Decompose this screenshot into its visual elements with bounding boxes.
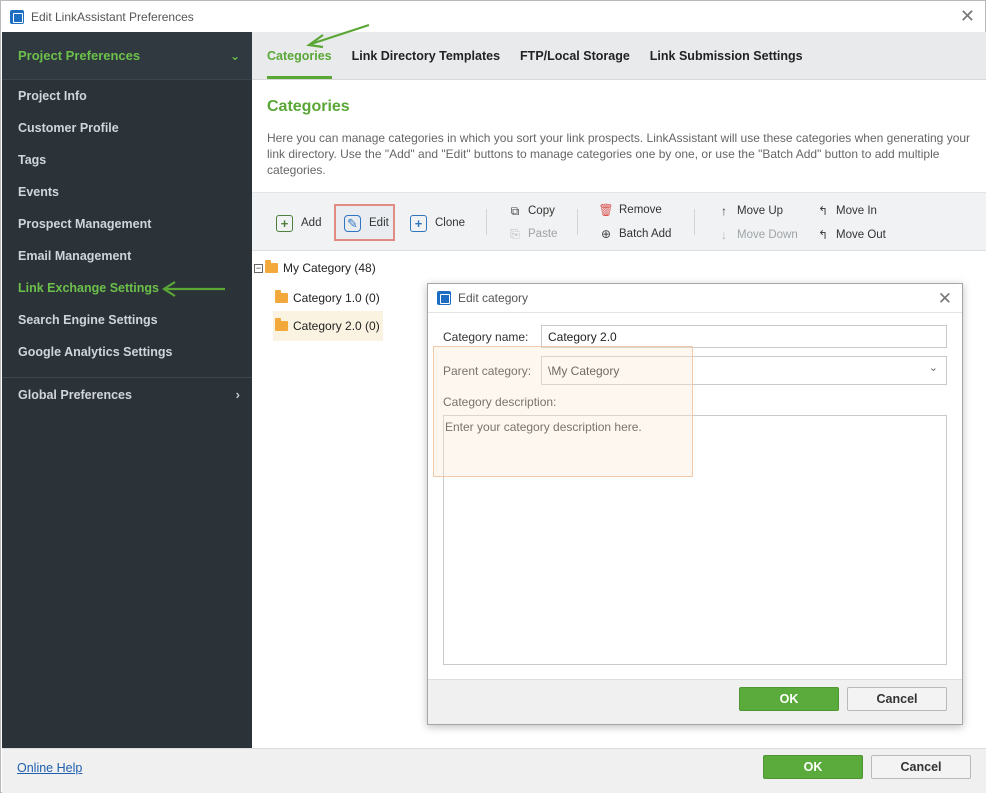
clone-button[interactable]: + Clone (410, 210, 465, 236)
tree-item-category-1[interactable]: Category 1.0 (0) (273, 287, 384, 309)
close-icon[interactable]: ✕ (960, 7, 975, 25)
cancel-button[interactable]: Cancel (871, 755, 971, 779)
dialog-body: Category name: Category 2.0 Parent categ… (428, 313, 962, 679)
dialog-ok-button[interactable]: OK (739, 687, 839, 711)
dialog-cancel-button[interactable]: Cancel (847, 687, 947, 711)
arrow-down-icon: ↓ (721, 228, 727, 242)
sidebar-item-search-engine-settings[interactable]: Search Engine Settings (2, 304, 252, 336)
tab-ftp-local-storage[interactable]: FTP/Local Storage (520, 32, 630, 79)
close-icon[interactable]: ✕ (938, 289, 952, 309)
move-down-label: Move Down (737, 229, 798, 241)
tab-link-submission-settings[interactable]: Link Submission Settings (650, 32, 803, 79)
chevron-right-icon: › (235, 387, 240, 402)
tree-item-root[interactable]: − My Category (48) (254, 257, 376, 279)
batch-add-label: Batch Add (619, 228, 672, 240)
tree-item-label: Category 1.0 (0) (293, 291, 380, 305)
plus-icon: + (276, 214, 293, 232)
parent-category-label: Parent category: (443, 364, 532, 378)
batch-add-button[interactable]: ⊕ Batch Add (600, 225, 671, 243)
toolbar-divider (486, 209, 487, 235)
edit-button[interactable]: ✎ Edit (344, 210, 389, 236)
sidebar-item-customer-profile[interactable]: Customer Profile (2, 112, 252, 144)
dialog-footer: OK Cancel (428, 679, 962, 724)
sidebar-section-global-preferences[interactable]: Global Preferences › (2, 377, 252, 411)
copy-icon: ⧉ (510, 204, 520, 218)
copy-button[interactable]: ⧉ Copy (509, 202, 555, 220)
paste-button[interactable]: ⎘ Paste (509, 225, 557, 243)
dialog-title: Edit category (458, 291, 529, 305)
parent-category-select[interactable]: \My Category ⌄ (541, 356, 947, 385)
ok-button[interactable]: OK (763, 755, 863, 779)
trash-icon: 🗑 (598, 203, 614, 217)
move-down-button[interactable]: ↓ Move Down (718, 226, 798, 244)
sidebar-section-project-preferences[interactable]: Project Preferences ⌄ (2, 32, 252, 80)
sidebar-item-prospect-management[interactable]: Prospect Management (2, 208, 252, 240)
paste-label: Paste (528, 228, 558, 240)
folder-icon (275, 290, 288, 303)
batch-add-icon: ⊕ (600, 227, 612, 241)
category-name-label: Category name: (443, 330, 529, 344)
title-bar: Edit LinkAssistant Preferences ✕ (1, 1, 985, 32)
toolbar: + Add ✎ Edit + Clone ⧉ Copy ⎘ Paste 🗑 Re… (252, 192, 986, 251)
copy-label: Copy (528, 205, 555, 217)
tab-bar: Categories Link Directory Templates FTP/… (252, 32, 986, 80)
move-out-button[interactable]: ↰ Move Out (817, 226, 886, 244)
tree-item-label: My Category (48) (283, 261, 376, 275)
remove-button[interactable]: 🗑 Remove (598, 201, 662, 219)
edit-pencil-icon: ✎ (344, 214, 361, 232)
sidebar-item-link-exchange-settings[interactable]: Link Exchange Settings (2, 272, 252, 304)
clone-plus-icon: + (410, 214, 427, 232)
remove-label: Remove (619, 204, 662, 216)
footer-bar: Online Help OK Cancel (2, 748, 986, 793)
tree-item-category-2[interactable]: Category 2.0 (0) (273, 311, 383, 341)
chevron-down-icon: ⌄ (928, 362, 938, 374)
tab-categories[interactable]: Categories (267, 32, 332, 79)
sidebar-section-label: Global Preferences (18, 387, 132, 402)
sidebar-item-tags[interactable]: Tags (2, 144, 252, 176)
dialog-title-bar: Edit category ✕ (428, 284, 962, 313)
arrow-up-icon: ↑ (721, 204, 727, 218)
edit-label: Edit (369, 217, 389, 229)
page-title: Categories (267, 98, 350, 115)
move-in-icon: ↰ (817, 204, 829, 218)
category-description-label: Category description: (443, 395, 557, 409)
clone-label: Clone (435, 217, 466, 229)
online-help-link[interactable]: Online Help (17, 761, 82, 775)
tree-item-label: Category 2.0 (0) (293, 319, 380, 333)
edit-category-dialog: Edit category ✕ Category name: Category … (427, 283, 963, 725)
add-label: Add (301, 217, 322, 229)
collapse-toggle-icon[interactable]: − (254, 263, 263, 273)
window-title: Edit LinkAssistant Preferences (31, 9, 194, 24)
add-button[interactable]: + Add (276, 210, 321, 236)
toolbar-divider (694, 209, 695, 235)
move-up-button[interactable]: ↑ Move Up (718, 202, 783, 220)
sidebar-item-project-info[interactable]: Project Info (2, 80, 252, 112)
app-logo-icon (437, 291, 451, 305)
chevron-down-icon: ⌄ (229, 48, 240, 63)
move-out-label: Move Out (836, 229, 886, 241)
toolbar-divider (577, 209, 578, 235)
sidebar-section-label: Project Preferences (18, 48, 141, 63)
category-name-input[interactable]: Category 2.0 (541, 325, 947, 348)
tab-link-directory-templates[interactable]: Link Directory Templates (352, 32, 500, 79)
app-logo-icon (10, 9, 24, 24)
category-description-textarea[interactable]: Enter your category description here. (443, 415, 947, 665)
move-out-icon: ↰ (817, 228, 829, 242)
page-description: Here you can manage categories in which … (267, 131, 971, 177)
folder-icon (265, 260, 278, 273)
move-in-button[interactable]: ↰ Move In (817, 202, 877, 220)
sidebar-items: Project Info Customer Profile Tags Event… (2, 80, 252, 368)
parent-category-value: \My Category (548, 363, 620, 378)
sidebar: Project Preferences ⌄ Project Info Custo… (2, 32, 252, 748)
folder-icon (275, 318, 288, 331)
move-up-label: Move Up (737, 205, 784, 217)
preferences-window: Edit LinkAssistant Preferences ✕ Project… (0, 0, 986, 793)
sidebar-item-events[interactable]: Events (2, 176, 252, 208)
sidebar-item-google-analytics-settings[interactable]: Google Analytics Settings (2, 336, 252, 368)
paste-icon: ⎘ (510, 227, 520, 241)
sidebar-item-email-management[interactable]: Email Management (2, 240, 252, 272)
move-in-label: Move In (836, 205, 877, 217)
